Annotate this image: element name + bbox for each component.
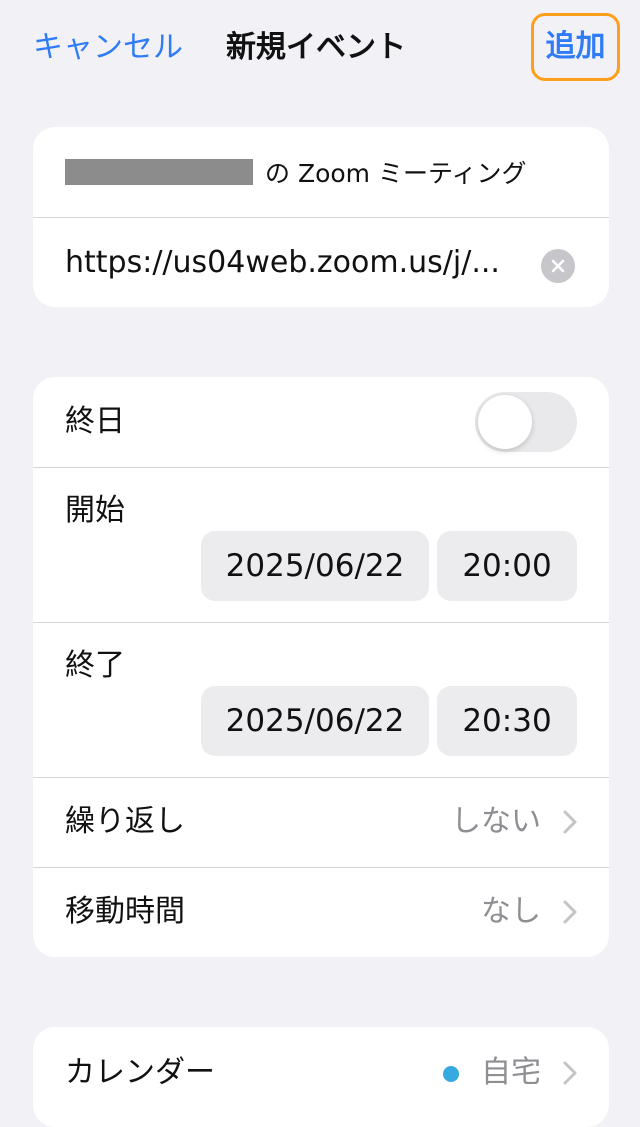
- redacted-name: [65, 159, 253, 185]
- travel-time-value: なし: [481, 894, 541, 929]
- travel-time-row[interactable]: 移動時間 なし: [33, 867, 609, 957]
- schedule-group: 終日 開始 2025/06/22 20:00 終了 2025/06/22 20:…: [33, 377, 609, 957]
- nav-bar: キャンセル 新規イベント 追加: [0, 0, 640, 100]
- page-title: 新規イベント: [226, 30, 406, 65]
- chevron-right-icon: [563, 1061, 577, 1085]
- toggle-knob: [478, 395, 532, 449]
- all-day-toggle[interactable]: [475, 392, 577, 452]
- start-row: 開始 2025/06/22 20:00: [33, 467, 609, 622]
- chevron-right-icon: [563, 810, 577, 834]
- end-time-button[interactable]: 20:30: [437, 686, 577, 756]
- cancel-button[interactable]: キャンセル: [33, 28, 183, 68]
- event-info-group: の Zoom ミーティング https://us04web.zoom.us/j/…: [33, 127, 609, 307]
- start-time-button[interactable]: 20:00: [437, 531, 577, 601]
- start-date-button[interactable]: 2025/06/22: [201, 531, 429, 601]
- all-day-label: 終日: [65, 404, 125, 439]
- repeat-label: 繰り返し: [65, 804, 185, 839]
- calendar-group: カレンダー 自宅: [33, 1027, 609, 1127]
- x-mark-icon: [551, 259, 565, 273]
- end-date-button[interactable]: 2025/06/22: [201, 686, 429, 756]
- title-row[interactable]: の Zoom ミーティング: [33, 127, 609, 217]
- title-field[interactable]: の Zoom ミーティング: [265, 154, 526, 190]
- add-button-highlight[interactable]: 追加: [531, 13, 620, 81]
- repeat-row[interactable]: 繰り返し しない: [33, 777, 609, 867]
- calendar-value: 自宅: [481, 1055, 541, 1090]
- add-button[interactable]: 追加: [546, 27, 606, 67]
- calendar-row[interactable]: カレンダー 自宅: [33, 1027, 609, 1117]
- travel-time-label: 移動時間: [65, 894, 185, 929]
- calendar-label: カレンダー: [65, 1055, 215, 1090]
- url-row[interactable]: https://us04web.zoom.us/j/...: [33, 217, 609, 307]
- clear-icon[interactable]: [541, 249, 575, 283]
- url-field[interactable]: https://us04web.zoom.us/j/...: [65, 245, 500, 280]
- end-row: 終了 2025/06/22 20:30: [33, 622, 609, 777]
- chevron-right-icon: [563, 900, 577, 924]
- repeat-value: しない: [451, 804, 541, 839]
- end-label: 終了: [65, 648, 125, 683]
- calendar-color-dot: [443, 1066, 459, 1082]
- start-label: 開始: [65, 493, 125, 528]
- all-day-row: 終日: [33, 377, 609, 467]
